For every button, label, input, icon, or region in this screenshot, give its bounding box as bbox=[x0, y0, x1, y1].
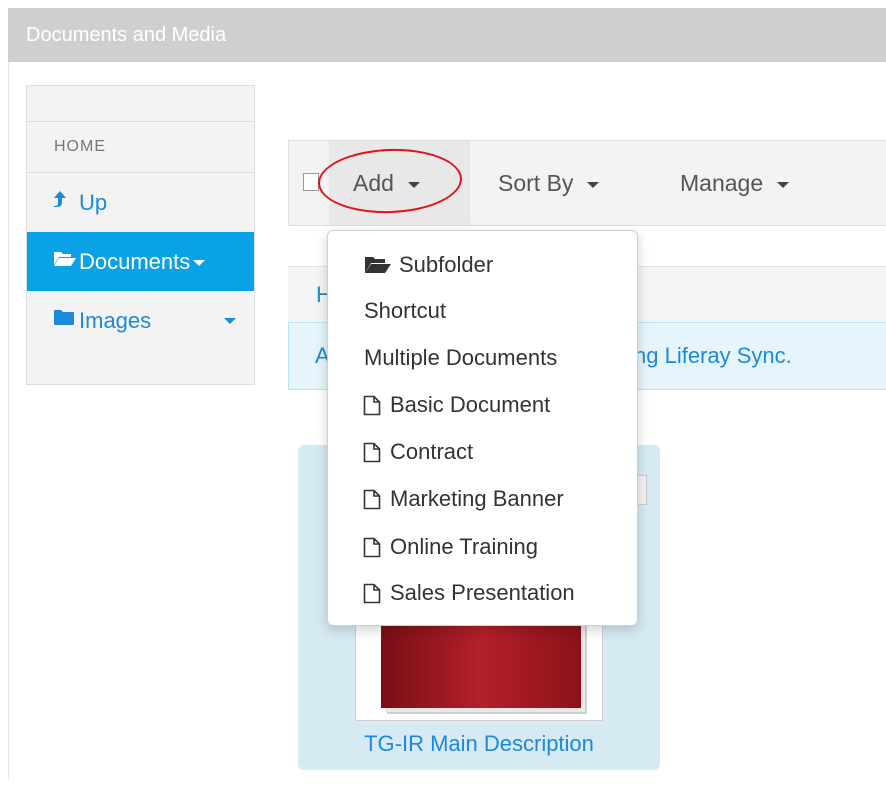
file-icon bbox=[363, 395, 381, 416]
sidebar-header bbox=[27, 86, 254, 122]
alert-text-end[interactable]: ng Liferay Sync. bbox=[634, 323, 792, 389]
sidebar-item-label: Up bbox=[79, 190, 108, 215]
folder-open-icon bbox=[364, 255, 392, 275]
sidebar-nav: HOME Up Documents Images bbox=[26, 85, 255, 385]
sidebar-item-label: Images bbox=[79, 308, 152, 333]
file-icon bbox=[363, 442, 381, 463]
folder-open-icon bbox=[53, 232, 79, 291]
menu-item-label: Subfolder bbox=[399, 252, 494, 277]
menu-item-multiple-documents[interactable]: Multiple Documents bbox=[328, 338, 637, 378]
add-button[interactable]: Add bbox=[353, 167, 420, 199]
sidebar-item-label: Documents bbox=[79, 249, 191, 274]
menu-item-label: Online Training bbox=[390, 534, 538, 559]
file-icon bbox=[363, 489, 381, 510]
menu-item-label: Contract bbox=[390, 439, 474, 464]
up-arrow-icon bbox=[53, 173, 79, 232]
chevron-down-icon[interactable] bbox=[193, 260, 206, 267]
menu-item-sales-presentation[interactable]: Sales Presentation bbox=[328, 573, 637, 613]
portlet-title: Documents and Media bbox=[8, 8, 886, 62]
chevron-down-icon bbox=[777, 181, 790, 188]
chevron-down-icon[interactable] bbox=[224, 318, 236, 324]
manage-button[interactable]: Manage bbox=[680, 167, 790, 199]
manage-label: Manage bbox=[680, 170, 764, 196]
file-icon bbox=[363, 583, 381, 604]
menu-item-online-training[interactable]: Online Training bbox=[328, 527, 637, 567]
menu-item-contract[interactable]: Contract bbox=[328, 432, 637, 472]
add-button-label: Add bbox=[353, 170, 394, 196]
thumbnail-image bbox=[381, 618, 581, 708]
menu-item-label: Shortcut bbox=[364, 298, 446, 323]
menu-item-label: Sales Presentation bbox=[390, 580, 575, 605]
sidebar-home-label: HOME bbox=[27, 122, 254, 173]
management-toolbar: Add Sort By Manage bbox=[288, 140, 886, 226]
document-title[interactable]: TG-IR Main Description bbox=[298, 731, 660, 757]
sort-by-button[interactable]: Sort By bbox=[498, 167, 600, 199]
add-dropdown-menu: Subfolder Shortcut Multiple Documents Ba… bbox=[327, 230, 638, 626]
sidebar-item-images[interactable]: Images bbox=[27, 291, 254, 350]
file-icon bbox=[363, 537, 381, 558]
menu-item-marketing-banner[interactable]: Marketing Banner bbox=[328, 479, 637, 519]
sidebar-item-documents[interactable]: Documents bbox=[27, 232, 254, 291]
menu-item-label: Basic Document bbox=[390, 392, 551, 417]
chevron-down-icon bbox=[407, 181, 420, 188]
sort-by-label: Sort By bbox=[498, 170, 574, 196]
menu-item-basic-document[interactable]: Basic Document bbox=[328, 385, 637, 425]
select-all-checkbox[interactable] bbox=[303, 173, 319, 191]
menu-item-subfolder[interactable]: Subfolder bbox=[328, 245, 637, 285]
folder-icon bbox=[53, 291, 79, 350]
menu-item-label: Multiple Documents bbox=[364, 345, 558, 370]
sidebar-item-up[interactable]: Up bbox=[27, 173, 254, 232]
menu-item-label: Marketing Banner bbox=[390, 486, 564, 511]
menu-item-shortcut[interactable]: Shortcut bbox=[328, 291, 637, 331]
chevron-down-icon bbox=[587, 181, 600, 188]
